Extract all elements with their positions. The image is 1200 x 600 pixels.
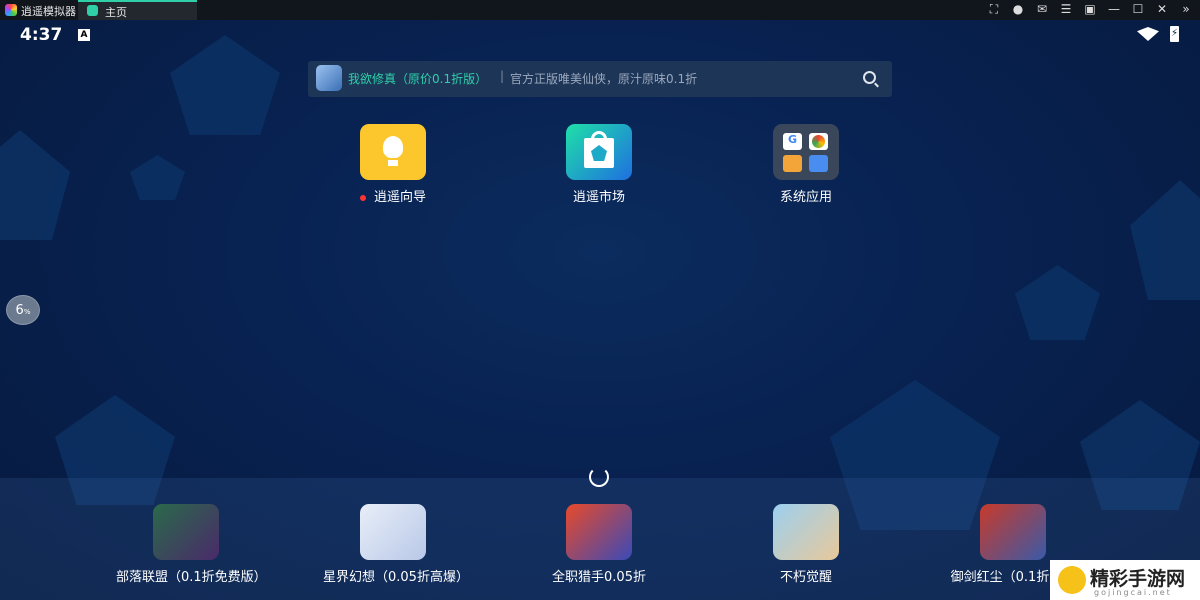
shopping-bag-icon: [566, 124, 632, 180]
game-icon: [980, 504, 1046, 560]
watermark-logo-icon: [1058, 566, 1086, 594]
bg-shape: [130, 155, 185, 200]
game-icon: [360, 504, 426, 560]
battery-icon: ⚡: [1170, 26, 1179, 42]
separator: |: [500, 69, 505, 83]
screenshot-icon[interactable]: ⛶: [986, 2, 1002, 17]
app-xiaoyao-market[interactable]: 逍遥市场: [529, 124, 669, 205]
wifi-icon: [1137, 27, 1159, 41]
app-label: 全职猎手0.05折: [552, 570, 646, 585]
app-logo-icon: [5, 4, 17, 16]
search-promo-subtitle: 官方正版唯美仙侠，原汁原味0.1折: [510, 72, 698, 86]
dock-app[interactable]: 全职猎手0.05折: [529, 504, 669, 585]
pip-icon[interactable]: ▣: [1082, 2, 1098, 17]
floating-progress-button[interactable]: 6%: [6, 295, 40, 325]
files-icon: [783, 155, 802, 172]
game-icon: [773, 504, 839, 560]
search-bar[interactable]: 我欲修真（原价0.1折版） | 官方正版唯美仙侠，原汁原味0.1折: [308, 61, 892, 97]
app-label: 不朽觉醒: [779, 570, 832, 585]
maximize-icon[interactable]: ☐: [1130, 2, 1146, 17]
close-icon[interactable]: ✕: [1154, 2, 1170, 17]
dock-app[interactable]: 星界幻想（0.05折高爆）: [323, 504, 469, 585]
search-promo-title: 我欲修真（原价0.1折版）: [348, 72, 488, 86]
app-label: 星界幻想（0.05折高爆）: [323, 570, 469, 585]
watermark-url: gojingcai.net: [1094, 588, 1172, 597]
minimize-icon[interactable]: —: [1106, 2, 1122, 17]
app-label: 部落联盟（0.1折免费版）: [116, 570, 267, 585]
game-icon: [566, 504, 632, 560]
folder-icon: G: [773, 124, 839, 180]
notification-badge: A: [78, 29, 90, 41]
status-time: 4:37: [20, 25, 63, 45]
new-dot: [359, 194, 366, 201]
bg-shape: [0, 130, 70, 240]
lightbulb-icon: [360, 124, 426, 180]
bg-shape: [170, 35, 280, 135]
dock-app[interactable]: 不朽觉醒: [736, 504, 876, 585]
menu-icon[interactable]: ☰: [1058, 2, 1074, 17]
bg-shape: [1015, 265, 1100, 340]
chrome-icon: [809, 133, 828, 150]
dock-app[interactable]: 部落联盟（0.1折免费版）: [116, 504, 267, 585]
progress-unit: %: [23, 308, 31, 316]
title-bar: 逍遥模拟器 主页 ⛶ ● ✉ ☰ ▣ — ☐ ✕ »: [0, 0, 1200, 20]
game-icon: [153, 504, 219, 560]
google-icon: G: [783, 133, 802, 150]
tab-label: 主页: [105, 6, 127, 19]
tab-home[interactable]: 主页: [78, 0, 197, 20]
app-name: 逍遥模拟器: [21, 5, 76, 18]
watermark: 精彩手游网 gojingcai.net: [1050, 560, 1200, 600]
user-icon[interactable]: ●: [1010, 2, 1026, 17]
android-screen: 4:37 A ⚡ 我欲修真（原价0.1折版） | 官方正版唯美仙侠，原汁原味0.…: [0, 20, 1200, 600]
mail-icon[interactable]: ✉: [1034, 2, 1050, 17]
progress-value: 6: [15, 303, 24, 318]
refresh-icon[interactable]: [589, 467, 609, 487]
game-thumbnail: [316, 65, 342, 91]
app-label: 系统应用: [779, 190, 832, 205]
watermark-title: 精彩手游网: [1090, 568, 1186, 590]
app-xiaoyao-guide[interactable]: 逍遥向导: [323, 124, 463, 205]
app-label: 逍遥向导: [373, 190, 426, 205]
search-icon[interactable]: [863, 71, 876, 84]
bg-shape: [1130, 180, 1200, 300]
app-label: 逍遥市场: [572, 190, 625, 205]
home-tab-icon: [87, 5, 98, 16]
app-system-apps[interactable]: G 系统应用: [736, 124, 876, 205]
expand-icon[interactable]: »: [1178, 2, 1194, 17]
download-icon: [809, 155, 828, 172]
